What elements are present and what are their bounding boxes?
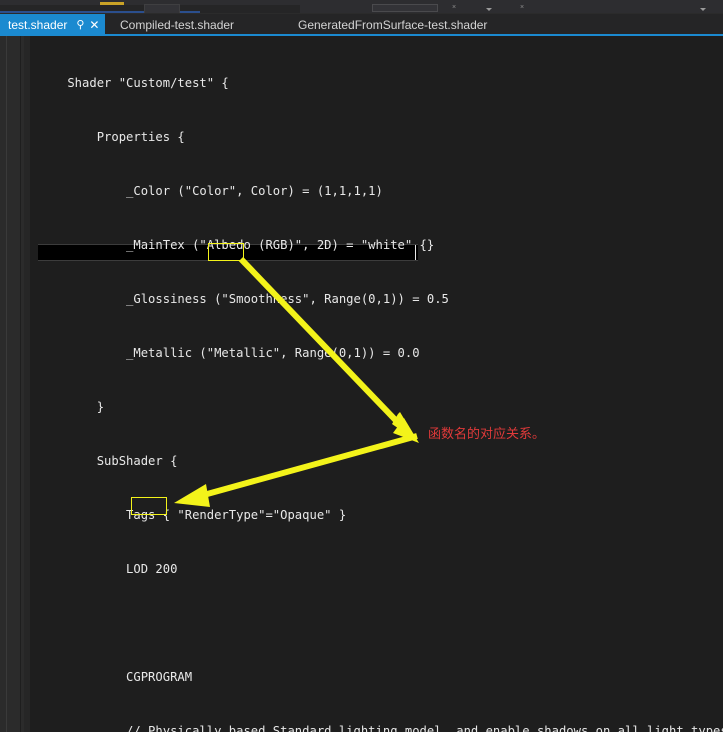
- tab-label: test.shader: [8, 18, 68, 32]
- text-caret: [415, 245, 416, 260]
- editor-gutter[interactable]: [0, 36, 30, 732]
- close-icon[interactable]: ×: [452, 4, 456, 11]
- code-editor[interactable]: Shader "Custom/test" { Properties { _Col…: [0, 36, 723, 732]
- toolbar-accent-marker: [100, 2, 124, 5]
- tab-label: Compiled-test.shader: [120, 18, 235, 32]
- tab-label: GeneratedFromSurface-test.shader: [298, 18, 488, 32]
- highlight-box-pragma-surf: [208, 243, 244, 261]
- code-line: LOD 200: [38, 562, 178, 576]
- tab-bar: test.shader ⚲ ✕ Compiled-test.shader Gen…: [0, 14, 723, 36]
- code-line: // Physically based Standard lighting mo…: [38, 724, 723, 732]
- toolbar-button-group[interactable]: [144, 4, 180, 13]
- code-line: SubShader {: [38, 454, 178, 468]
- tab-generatedfromsurface-test-shader[interactable]: GeneratedFromSurface-test.shader: [298, 14, 494, 36]
- code-line: _Metallic ("Metallic", Range(0,1)) = 0.0: [38, 346, 420, 360]
- tab-compiled-test-shader[interactable]: Compiled-test.shader: [120, 14, 241, 36]
- code-line: Shader "Custom/test" {: [38, 76, 229, 90]
- close-icon[interactable]: ×: [520, 4, 524, 11]
- code-line: _Glossiness ("Smoothness", Range(0,1)) =…: [38, 292, 449, 306]
- toolbar: × ×: [0, 0, 723, 14]
- search-input[interactable]: [372, 4, 438, 12]
- chevron-down-icon[interactable]: [486, 8, 492, 11]
- annotation-note: 函数名的对应关系。: [428, 427, 546, 442]
- code-line: Properties {: [38, 130, 185, 144]
- code-line: _Color ("Color", Color) = (1,1,1,1): [38, 184, 383, 198]
- code-line: CGPROGRAM: [38, 670, 193, 684]
- gutter-stripe: [20, 36, 21, 732]
- highlight-box-function-surf: [131, 497, 167, 515]
- code-content[interactable]: Shader "Custom/test" { Properties { _Col…: [30, 36, 723, 732]
- pin-icon[interactable]: ⚲: [73, 17, 87, 33]
- tab-test-shader[interactable]: test.shader ⚲ ✕: [0, 14, 106, 36]
- gutter-stripe: [6, 36, 7, 732]
- shader-editor-window: × × test.shader ⚲ ✕ Compiled-test.shader…: [0, 0, 723, 732]
- code-line: }: [38, 400, 105, 414]
- chevron-down-icon[interactable]: [700, 8, 706, 11]
- close-icon[interactable]: ✕: [87, 17, 101, 33]
- code-line: _MainTex ("Albedo (RGB)", 2D) = "white" …: [38, 238, 435, 252]
